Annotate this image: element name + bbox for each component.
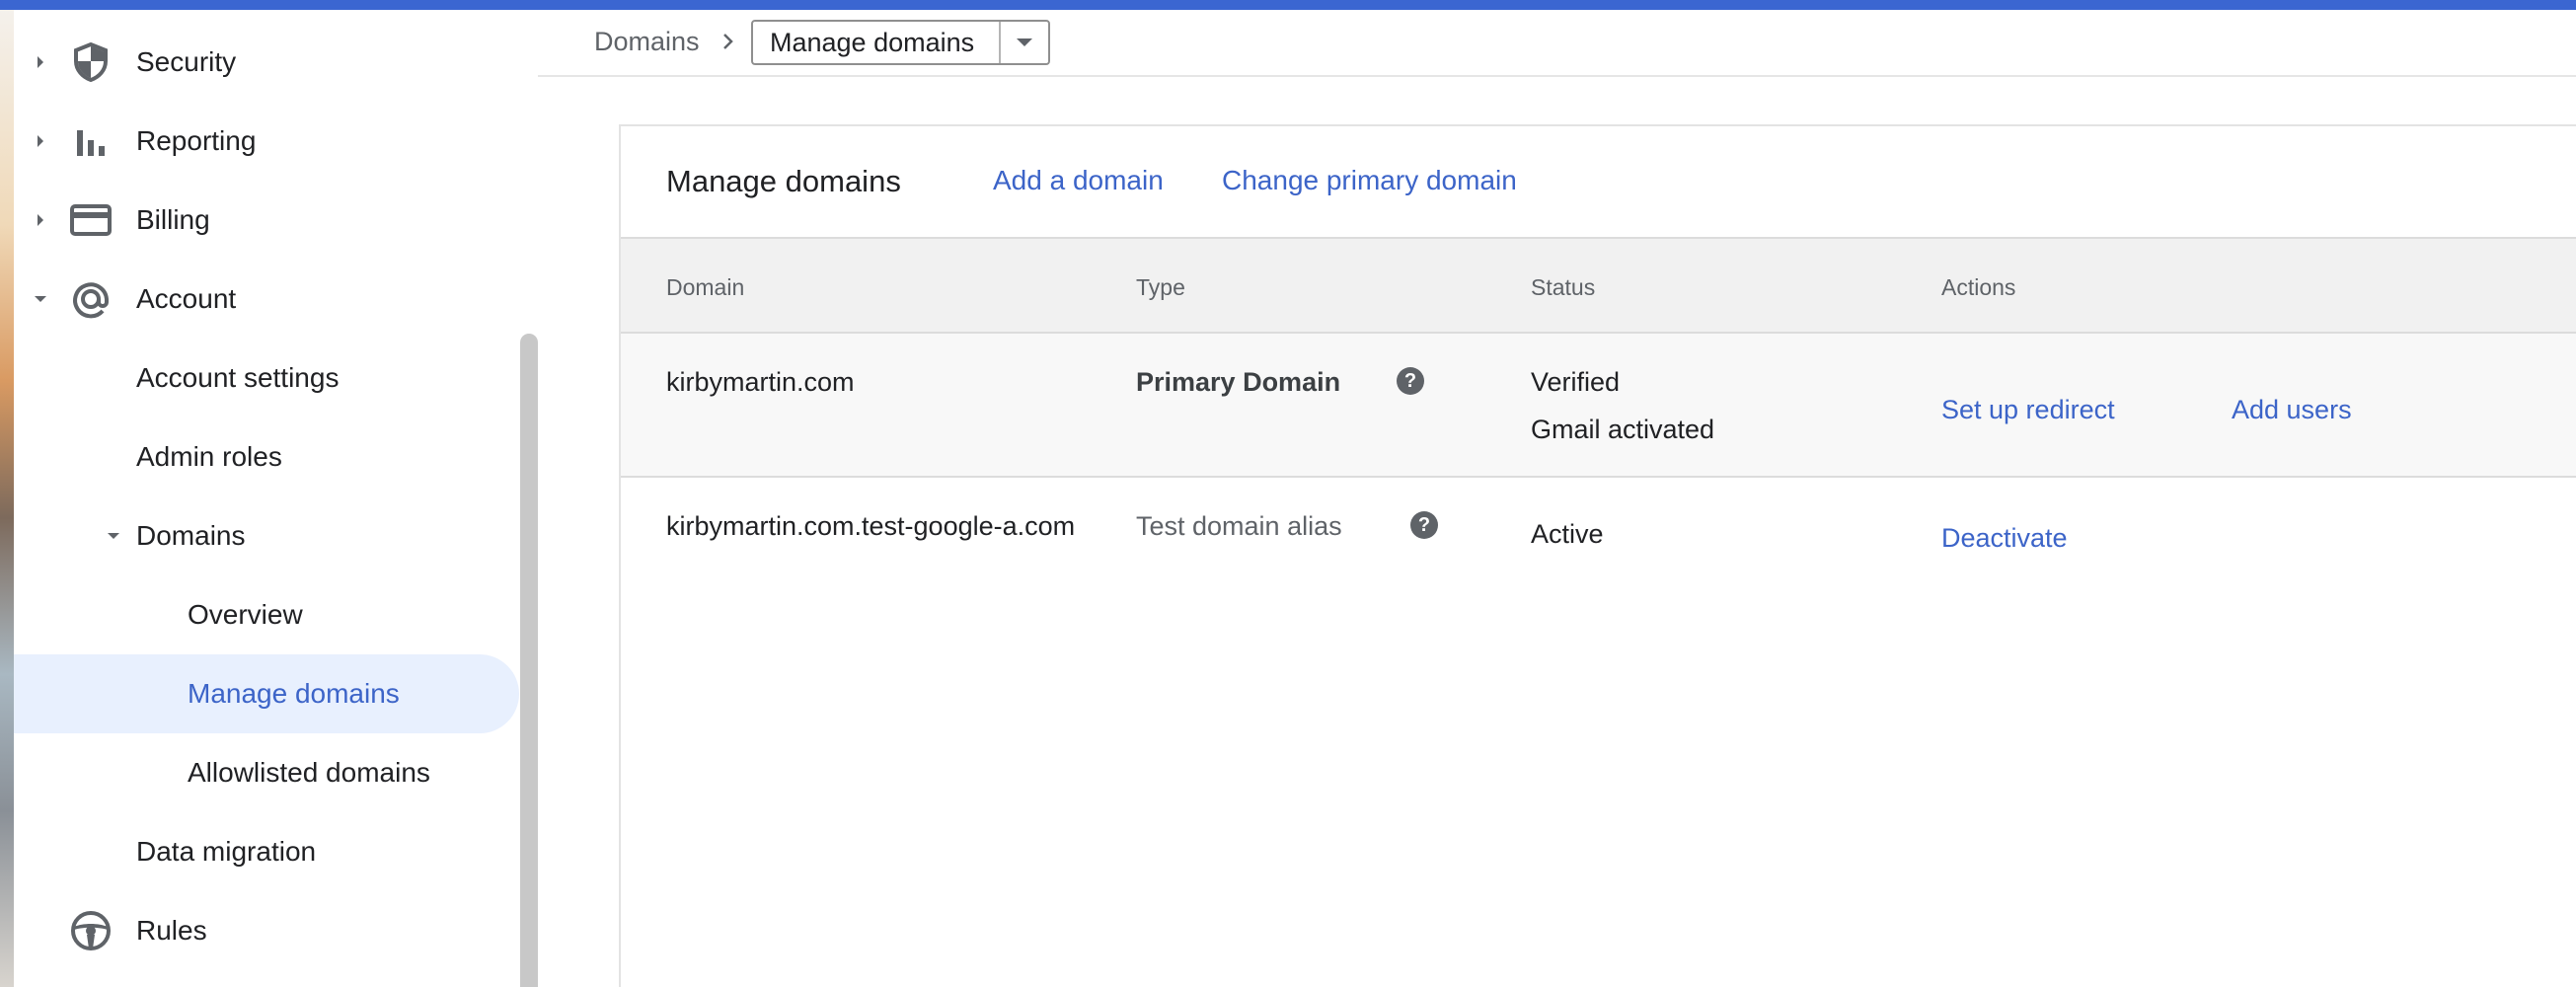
dropdown-arrow-icon[interactable] <box>999 22 1048 63</box>
add-users-link[interactable]: Add users <box>2232 395 2352 425</box>
help-icon[interactable]: ? <box>1397 367 1424 395</box>
steering-wheel-icon <box>67 907 114 954</box>
breadcrumb: Domains Manage domains <box>538 10 2576 77</box>
type-cell: Test domain alias <box>1136 511 1342 541</box>
sidebar-item-label: Reporting <box>136 125 257 156</box>
change-primary-domain-link[interactable]: Change primary domain <box>1222 165 1517 196</box>
deactivate-link[interactable]: Deactivate <box>1941 523 2068 554</box>
caret-right-icon[interactable] <box>34 134 47 148</box>
sidebar-item-account[interactable]: Account <box>14 260 519 339</box>
sidebar-item-label: Account settings <box>136 362 340 393</box>
sidebar-item-account-settings[interactable]: Account settings <box>14 339 519 418</box>
column-header-type: Type <box>1136 274 1185 300</box>
column-header-status: Status <box>1531 274 1596 300</box>
at-sign-icon <box>67 275 114 323</box>
column-header-domain: Domain <box>666 274 745 300</box>
sidebar-item-data-migration[interactable]: Data migration <box>14 812 519 891</box>
sidebar-item-label: Rules <box>136 915 207 946</box>
caret-right-icon[interactable] <box>34 55 47 69</box>
table-row: kirbymartin.com Primary Domain ? Verifie… <box>621 334 2576 478</box>
sidebar-item-rules[interactable]: Rules <box>14 891 519 970</box>
sidebar-item-label: Allowlisted domains <box>188 757 430 788</box>
caret-right-icon[interactable] <box>34 213 47 227</box>
sidebar-item-security[interactable]: Security <box>14 23 519 102</box>
manage-domains-card: Manage domains Add a domain Change prima… <box>619 124 2576 987</box>
type-cell: Primary Domain <box>1136 367 1341 397</box>
sidebar-item-label: Admin roles <box>136 441 282 472</box>
help-icon[interactable]: ? <box>1410 511 1438 539</box>
card-header: Manage domains Add a domain Change prima… <box>621 126 2576 237</box>
main-content: Domains Manage domains Manage domains Ad… <box>538 10 2576 987</box>
sidebar-item-label: Manage domains <box>188 678 400 709</box>
breadcrumb-domains-link[interactable]: Domains <box>594 27 700 57</box>
bar-chart-icon <box>67 117 114 165</box>
sidebar-scrollbar[interactable] <box>520 334 538 987</box>
sidebar-item-label: Account <box>136 283 237 314</box>
shield-icon <box>67 38 114 86</box>
dropdown-selected-value: Manage domains <box>770 27 975 57</box>
sidebar-item-allowlisted-domains[interactable]: Allowlisted domains <box>14 733 519 812</box>
sidebar-nav: Security Reporting Billing Account Accou… <box>14 10 538 987</box>
sidebar-item-label: Overview <box>188 599 303 630</box>
admin-console-page: Security Reporting Billing Account Accou… <box>0 0 2576 987</box>
sidebar-item-admin-roles[interactable]: Admin roles <box>14 418 519 496</box>
sidebar-item-label: Security <box>136 46 237 77</box>
status-cell: Active <box>1531 519 1604 549</box>
table-header: Domain Type Status Actions <box>621 237 2576 334</box>
sidebar-item-label: Data migration <box>136 836 317 867</box>
desktop-wallpaper-strip <box>0 10 14 987</box>
column-header-actions: Actions <box>1941 274 2016 300</box>
sidebar-item-billing[interactable]: Billing <box>14 181 519 260</box>
domain-cell: kirbymartin.com <box>666 367 855 397</box>
sidebar-item-manage-domains[interactable]: Manage domains <box>14 654 519 733</box>
sidebar-item-label: Billing <box>136 204 210 235</box>
chevron-right-icon <box>719 28 738 55</box>
set-up-redirect-link[interactable]: Set up redirect <box>1941 395 2115 425</box>
sidebar-item-reporting[interactable]: Reporting <box>14 102 519 181</box>
sidebar-item-domains[interactable]: Domains <box>14 496 519 575</box>
domain-cell: kirbymartin.com.test-google-a.com <box>666 511 1076 541</box>
caret-down-icon[interactable] <box>107 529 120 543</box>
caret-down-icon[interactable] <box>34 292 47 306</box>
top-accent-bar <box>0 0 2576 10</box>
manage-domains-dropdown[interactable]: Manage domains <box>751 20 1050 65</box>
card-title: Manage domains <box>666 164 901 198</box>
status-cell-secondary: Gmail activated <box>1531 415 1715 444</box>
sidebar-item-label: Domains <box>136 520 246 551</box>
sidebar-item-overview[interactable]: Overview <box>14 575 519 654</box>
credit-card-icon <box>67 196 114 244</box>
status-cell: Verified <box>1531 367 1621 397</box>
add-domain-link[interactable]: Add a domain <box>993 165 1164 196</box>
table-row: kirbymartin.com.test-google-a.com Test d… <box>621 478 2576 616</box>
